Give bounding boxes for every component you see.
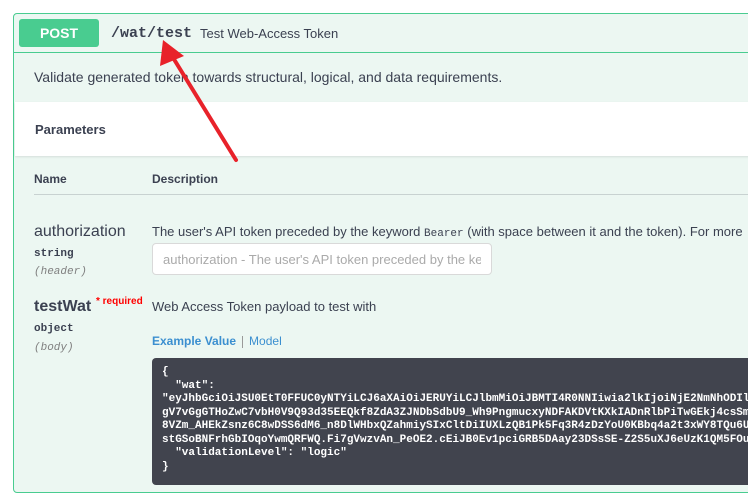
column-header-description: Description — [152, 172, 219, 186]
param-description-text-end: (with space between it and the token). F… — [463, 224, 743, 239]
example-tabs: Example Value Model — [152, 334, 282, 348]
code-line: { — [162, 366, 169, 378]
method-badge: POST — [19, 19, 99, 47]
code-line: gV7vGgGTHoZwC7vbH0V9Q93d35EEQkf8ZdA3ZJND… — [162, 406, 748, 419]
authorization-input[interactable] — [152, 243, 492, 275]
operation-description: Validate generated token towards structu… — [34, 69, 503, 85]
column-header-name: Name — [34, 172, 67, 186]
param-name-text: testWat — [34, 298, 92, 315]
tab-divider — [242, 335, 244, 348]
param-location: (header) — [34, 266, 87, 278]
code-line: "eyJhbGciOiJSU0EtT0FFUC0yNTYiLCJ6aXAiOiJ… — [162, 393, 748, 405]
code-line: 8VZm_AHEkZsnz6C8wDSS6dM6_n8DlWHbxQZahmiy… — [162, 420, 748, 432]
parameters-title: Parameters — [35, 122, 106, 137]
param-name-authorization: authorization — [34, 223, 126, 240]
param-description: Web Access Token payload to test with — [152, 299, 377, 314]
param-description-text: The user's API token preceded by the key… — [152, 224, 425, 239]
tab-model[interactable]: Model — [249, 334, 282, 348]
code-line: "wat": — [162, 379, 215, 392]
example-value-code[interactable]: { "wat": "eyJhbGciOiJSU0EtT0FFUC0yNTYiLCJ… — [152, 358, 748, 485]
code-line: stGSoBNFrhGbIOqoYwmQRFWQ.Fi7gVwzvAn_PeOE… — [162, 433, 748, 446]
param-type: string — [34, 248, 74, 260]
param-type: object — [34, 323, 74, 335]
param-description-code: Bearer — [424, 228, 464, 240]
operation-summary-text: Test Web-Access Token — [200, 26, 339, 41]
code-line: } — [162, 460, 169, 473]
column-divider — [34, 194, 748, 195]
param-name-testwat: testWat * required — [34, 296, 143, 316]
operation-path: /wat/test — [111, 25, 193, 42]
param-description: The user's API token preceded by the key… — [152, 224, 743, 240]
parameters-header: Parameters — [15, 102, 748, 156]
code-line: "validationLevel": "logic" — [162, 447, 347, 459]
param-location: (body) — [34, 342, 74, 354]
required-marker: * required — [96, 296, 143, 307]
operation-summary[interactable]: POST /wat/test Test Web-Access Token — [14, 14, 748, 53]
tab-example-value[interactable]: Example Value — [152, 334, 236, 348]
